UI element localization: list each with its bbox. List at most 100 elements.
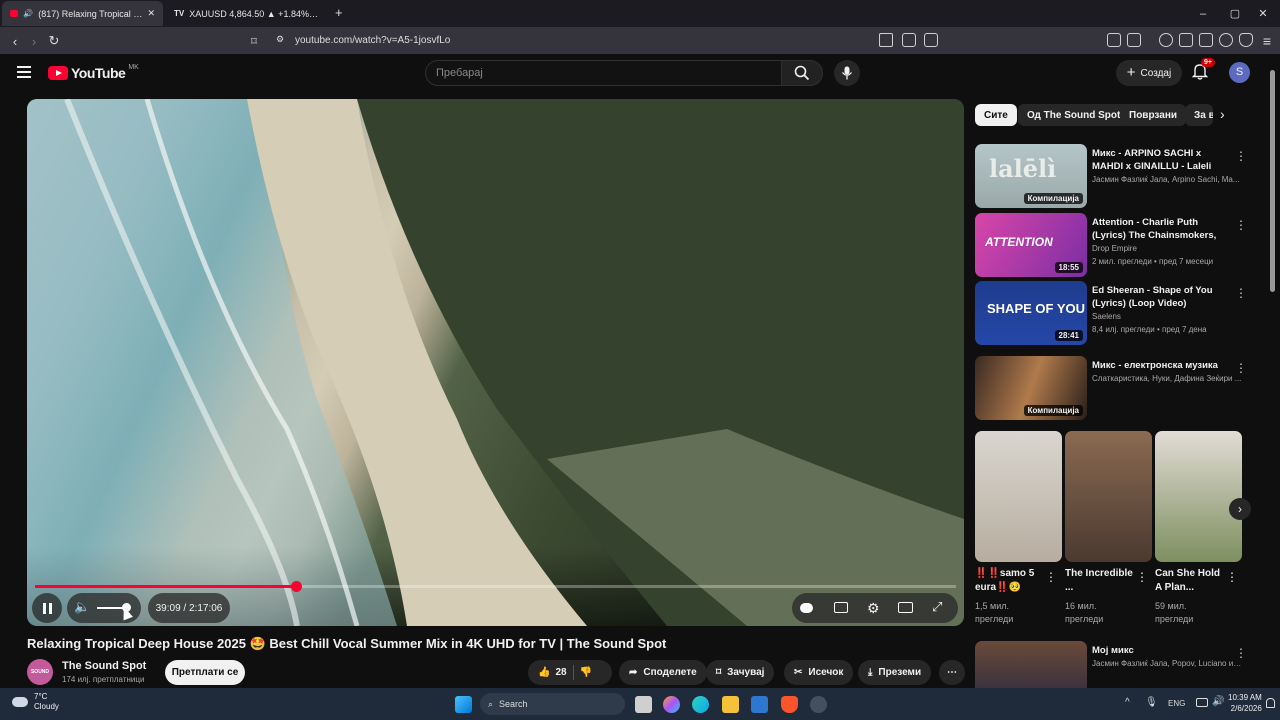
- tab-close-icon[interactable]: ✕: [147, 8, 155, 19]
- extensions-icon[interactable]: [1107, 33, 1121, 47]
- tab-tradingview[interactable]: TV XAUUSD 4,864.50 ▲ +1.84% Unnam: [166, 1, 326, 26]
- youtube-logo[interactable]: YouTube MK: [48, 64, 139, 81]
- list-item[interactable]: Мој микс Јасмин Фазлиќ Јала, Popov, Luci…: [975, 641, 1250, 688]
- volume-tray-icon[interactable]: 🔊: [1212, 696, 1224, 707]
- brave-browser-icon[interactable]: [781, 696, 798, 713]
- more-options-icon[interactable]: ⋮: [1235, 286, 1247, 300]
- chevron-right-icon[interactable]: ›: [1220, 106, 1225, 122]
- scrollbar[interactable]: [1270, 60, 1276, 685]
- chip-from-channel[interactable]: Од The Sound Spot: [1018, 104, 1130, 126]
- more-options-icon[interactable]: ⋮: [1235, 646, 1247, 660]
- video-player[interactable]: 🔈 39:09 / 2:17:06 ⚙ ⤢: [27, 99, 964, 626]
- progress-scrubber-handle[interactable]: [291, 581, 302, 592]
- video-title[interactable]: Мој микс: [1092, 644, 1232, 657]
- share-button[interactable]: ➦ Споделете: [619, 660, 707, 685]
- bookmark-icon[interactable]: ⌑: [244, 31, 264, 51]
- network-icon[interactable]: [1196, 698, 1208, 707]
- screenshot-icon[interactable]: [1127, 33, 1141, 47]
- thumbnail[interactable]: Компилација: [975, 356, 1087, 420]
- short-thumbnail[interactable]: [975, 431, 1062, 562]
- scrollbar-thumb[interactable]: [1270, 70, 1275, 292]
- file-explorer-icon[interactable]: [722, 696, 739, 713]
- list-item[interactable]: lalēlì Компилација Микс - ARPINO SACHI x…: [975, 144, 1250, 208]
- store-icon[interactable]: [751, 696, 768, 713]
- avatar[interactable]: S: [1229, 62, 1250, 83]
- settings-icon[interactable]: ⚙: [867, 600, 880, 617]
- short-title[interactable]: ‼️‼️samo 5 eura‼️🥺: [975, 567, 1045, 595]
- chip-for-you[interactable]: За в: [1185, 104, 1213, 126]
- microphone-tray-icon[interactable]: 🎙: [1145, 697, 1158, 708]
- back-button[interactable]: ‹: [5, 31, 25, 51]
- close-window-button[interactable]: ✕: [1246, 0, 1280, 27]
- list-item[interactable]: ATTENTION 18:55 Attention - Charlie Puth…: [975, 213, 1250, 277]
- forward-button[interactable]: ›: [24, 31, 44, 51]
- more-actions-button[interactable]: ⋯: [939, 660, 965, 685]
- thumbnail[interactable]: lalēlì Компилација: [975, 144, 1087, 208]
- more-options-icon[interactable]: ⋮: [1235, 361, 1247, 375]
- short-thumbnail[interactable]: [1155, 431, 1242, 562]
- thumbs-down-icon[interactable]: 👎: [580, 667, 592, 678]
- copilot-icon[interactable]: [663, 696, 680, 713]
- wallet-icon[interactable]: [1199, 33, 1213, 47]
- weather-widget[interactable]: 7°C Cloudy: [12, 692, 59, 712]
- more-options-icon[interactable]: ⋮: [1136, 570, 1148, 584]
- language-indicator[interactable]: ENG: [1168, 699, 1185, 708]
- subtitles-icon[interactable]: [834, 602, 848, 613]
- save-button[interactable]: ⌑ Зачувај: [706, 660, 775, 685]
- menu-icon[interactable]: ≡: [1257, 31, 1277, 51]
- short-title[interactable]: Can She Hold A Plan...: [1155, 567, 1225, 595]
- clip-button[interactable]: ✂ Исечок: [784, 660, 854, 685]
- minimize-button[interactable]: –: [1186, 0, 1220, 27]
- volume-icon[interactable]: 🔈: [74, 599, 90, 615]
- short-title[interactable]: The Incredible ...: [1065, 567, 1135, 595]
- notification-bell-icon[interactable]: [1266, 698, 1275, 708]
- like-button[interactable]: 👍 28: [538, 667, 567, 678]
- more-options-icon[interactable]: ⋮: [1235, 149, 1247, 163]
- windows-start-icon[interactable]: [455, 696, 472, 713]
- hamburger-menu-icon[interactable]: [17, 66, 31, 78]
- chip-related[interactable]: Поврзани: [1120, 104, 1187, 126]
- notifications-button[interactable]: 9+: [1191, 58, 1215, 83]
- sidebar-icon[interactable]: [1179, 33, 1193, 47]
- progress-bar-track[interactable]: [35, 581, 956, 592]
- video-title[interactable]: Ed Sheeran - Shape of You (Lyrics) (Loop…: [1092, 284, 1232, 310]
- play-pause-button[interactable]: [32, 593, 62, 623]
- clock[interactable]: 10:39 AM 2/6/2026: [1228, 692, 1262, 714]
- thumbnail[interactable]: ATTENTION 18:55: [975, 213, 1087, 277]
- site-info-icon[interactable]: ⚙: [276, 34, 284, 45]
- channel-name[interactable]: The Sound Spot: [62, 660, 146, 672]
- list-item[interactable]: SHAPE OF YOU 28:41 Ed Sheeran - Shape of…: [975, 281, 1250, 345]
- url-field[interactable]: ⚙ youtube.com/watch?v=A5-1josvfLo: [270, 30, 900, 51]
- reload-button[interactable]: ↻: [44, 31, 64, 51]
- short-thumbnail[interactable]: [1065, 431, 1152, 562]
- speaker-icon[interactable]: 🔊: [23, 9, 33, 18]
- screen-icon[interactable]: [902, 33, 916, 47]
- vpn-icon[interactable]: [1239, 33, 1253, 47]
- music-icon[interactable]: [1159, 33, 1173, 47]
- translate-icon[interactable]: [879, 33, 893, 47]
- miniplayer-icon[interactable]: [898, 602, 913, 613]
- autoplay-toggle[interactable]: [800, 603, 813, 613]
- list-item[interactable]: Компилација Микс - електронска музика Сл…: [975, 356, 1250, 420]
- app-icon[interactable]: [810, 696, 827, 713]
- new-tab-button[interactable]: +: [335, 5, 343, 20]
- thumbnail[interactable]: [975, 641, 1087, 688]
- channel-avatar[interactable]: SOUND SPOT: [27, 659, 53, 685]
- task-view-icon[interactable]: [635, 696, 652, 713]
- taskbar-search-box[interactable]: ⌕ Search: [480, 693, 625, 715]
- show-hidden-icons[interactable]: ^: [1125, 697, 1130, 708]
- create-button[interactable]: + Создај: [1116, 60, 1182, 86]
- voice-search-button[interactable]: [834, 60, 860, 86]
- thumbnail[interactable]: SHAPE OF YOU 28:41: [975, 281, 1087, 345]
- subscribe-button[interactable]: Претплати се: [165, 660, 245, 685]
- share-icon[interactable]: [924, 33, 938, 47]
- search-button[interactable]: [781, 60, 823, 86]
- video-title[interactable]: Attention - Charlie Puth (Lyrics) The Ch…: [1092, 216, 1232, 242]
- leo-ai-icon[interactable]: [1219, 33, 1233, 47]
- edge-icon[interactable]: [692, 696, 709, 713]
- more-options-icon[interactable]: ⋮: [1235, 218, 1247, 232]
- chip-all[interactable]: Сите: [975, 104, 1017, 126]
- video-title[interactable]: Микс - ARPINO SACHI x MAHDI x GINAILLU -…: [1092, 147, 1232, 173]
- more-options-icon[interactable]: ⋮: [1045, 570, 1057, 584]
- tab-youtube[interactable]: 🔊 (817) Relaxing Tropical Deep H ✕: [2, 1, 163, 26]
